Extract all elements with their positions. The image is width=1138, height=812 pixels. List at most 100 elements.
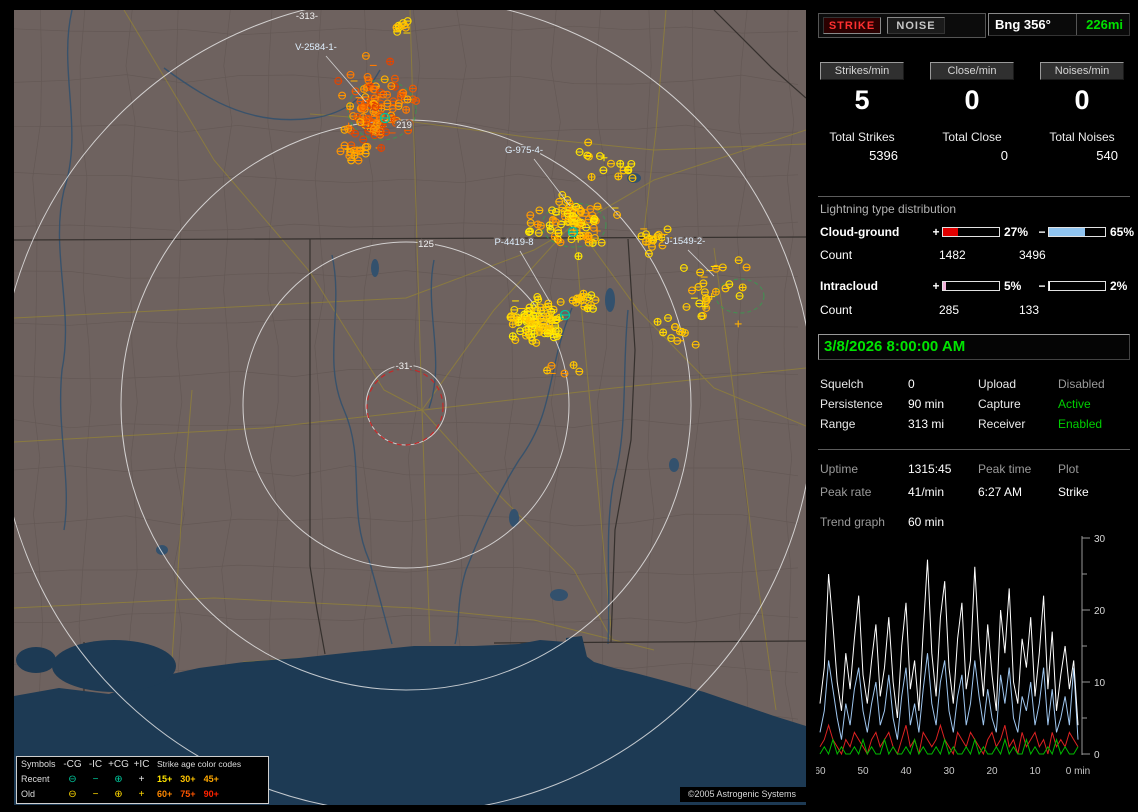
cloud-ground-count-row: Count 1482 3496 (812, 248, 1138, 263)
trend-graph-row: Trend graph 60 min (812, 512, 1138, 532)
legend-age-header: Strike age color codes (157, 757, 268, 772)
map-legend: Symbols -CG-IC+CG+IC Strike age color co… (16, 756, 269, 804)
noise-button[interactable]: NOISE (887, 17, 945, 34)
persistence-value: 90 min (908, 394, 978, 414)
ic-negative-count: 133 (1010, 303, 1138, 318)
bearing-distance: 226mi (1077, 17, 1129, 32)
total-strikes-value: 5396 (820, 148, 904, 163)
ic-positive-pct: 5% (1000, 279, 1036, 293)
minus-sign: − (1036, 279, 1048, 293)
noises-per-min-box[interactable]: Noises/min (1040, 62, 1124, 80)
plot-label: Plot (1058, 459, 1138, 479)
mode-button-group: STRIKE NOISE (818, 13, 986, 38)
squelch-value: 0 (908, 374, 978, 394)
svg-text:60: 60 (816, 766, 826, 777)
squelch-label: Squelch (820, 374, 908, 394)
count-label: Count (820, 303, 930, 318)
map-graphics: V-2584-1-G-975-4-P-4419-8J-1549-2--313-2… (14, 10, 806, 805)
legend-old-ages: 60+75+90+ (157, 787, 268, 802)
svg-text:20: 20 (986, 766, 998, 777)
svg-text:30: 30 (943, 766, 955, 777)
svg-text:-313-: -313- (296, 11, 318, 22)
upload-status: Disabled (1058, 374, 1138, 394)
strikes-per-min-box[interactable]: Strikes/min (820, 62, 904, 80)
range-value: 313 mi (908, 414, 978, 434)
total-noises-label: Total Noises (1040, 130, 1124, 144)
cg-negative-count: 3496 (1010, 248, 1138, 263)
intracloud-row: Intracloud + 5% − 2% (812, 278, 1138, 294)
legend-header-row: Symbols -CG-IC+CG+IC Strike age color co… (17, 757, 268, 772)
svg-text:G-975-4-: G-975-4- (505, 145, 543, 156)
close-per-min-value: 0 (930, 84, 1014, 116)
capture-status: Active (1058, 394, 1138, 414)
legend-recent-glyphs: ⊖−⊕+ (61, 772, 157, 787)
legend-recent-row: Recent ⊖−⊕+ 15+30+45+ (17, 772, 268, 787)
intracloud-count-row: Count 285 133 (812, 303, 1138, 318)
trend-graph-label: Trend graph (820, 512, 908, 532)
upload-label: Upload (978, 374, 1058, 394)
peak-time-label: Peak time (978, 459, 1058, 479)
close-per-min-box[interactable]: Close/min (930, 62, 1014, 80)
total-close-value: 0 (930, 148, 1014, 163)
total-close-label: Total Close (930, 130, 1014, 144)
plus-sign: + (930, 225, 942, 239)
cg-positive-count: 1482 (930, 248, 1010, 263)
trend-graph-value: 60 min (908, 512, 978, 532)
close-per-min-label: Close/min (948, 65, 997, 77)
svg-text:0: 0 (1094, 750, 1100, 761)
legend-recent-ages: 15+30+45+ (157, 772, 268, 787)
bearing-value: Bng 356° (989, 14, 1077, 35)
noises-per-min-value: 0 (1040, 84, 1124, 116)
divider (818, 449, 1130, 450)
svg-text:V-2584-1-: V-2584-1- (295, 42, 337, 53)
trend-chart: 01020306050403020100 min (816, 532, 1136, 796)
cg-negative-bar (1048, 227, 1106, 237)
svg-text:125: 125 (418, 239, 434, 250)
plus-sign: + (930, 279, 942, 293)
settings-row-range: Range 313 mi Receiver Enabled (812, 414, 1138, 434)
svg-text:-31-: -31- (396, 361, 413, 372)
svg-text:10: 10 (1094, 678, 1106, 689)
svg-text:10: 10 (1029, 766, 1041, 777)
noises-per-min-label: Noises/min (1055, 65, 1109, 77)
intracloud-label: Intracloud (820, 279, 930, 293)
legend-symbols-header: Symbols (17, 757, 61, 772)
strike-button[interactable]: STRIKE (823, 17, 881, 34)
svg-text:J-1549-2-: J-1549-2- (665, 236, 706, 247)
distribution-title: Lightning type distribution (820, 202, 956, 216)
peak-time-value: 6:27 AM (978, 482, 1058, 502)
ic-negative-bar (1048, 281, 1106, 291)
cg-negative-pct: 65% (1106, 225, 1138, 239)
stats-row-2: Peak rate 41/min 6:27 AM Strike (812, 482, 1138, 502)
plot-value: Strike (1058, 482, 1138, 502)
uptime-value: 1315:45 (908, 459, 978, 479)
receiver-status: Enabled (1058, 414, 1138, 434)
svg-text:40: 40 (900, 766, 912, 777)
ic-positive-count: 285 (930, 303, 1010, 318)
svg-text:30: 30 (1094, 534, 1106, 545)
legend-type-headers: -CG-IC+CG+IC (61, 757, 157, 772)
side-panel: STRIKE NOISE Bng 356° 226mi Strikes/min … (812, 0, 1138, 812)
settings-row-persistence: Persistence 90 min Capture Active (812, 394, 1138, 414)
capture-label: Capture (978, 394, 1058, 414)
lightning-map[interactable]: V-2584-1-G-975-4-P-4419-8J-1549-2--313-2… (14, 10, 806, 805)
legend-recent-label: Recent (17, 772, 61, 787)
receiver-label: Receiver (978, 414, 1058, 434)
persistence-label: Persistence (820, 394, 908, 414)
bearing-readout: Bng 356° 226mi (988, 13, 1130, 36)
stats-row-1: Uptime 1315:45 Peak time Plot (812, 459, 1138, 479)
datetime-display: 3/8/2026 8:00:00 AM (818, 334, 1130, 360)
ic-positive-bar (942, 281, 1000, 291)
divider (818, 196, 1130, 197)
range-label: Range (820, 414, 908, 434)
peak-rate-label: Peak rate (820, 482, 908, 502)
cloud-ground-label: Cloud-ground (820, 225, 930, 239)
svg-text:20: 20 (1094, 606, 1106, 617)
peak-rate-value: 41/min (908, 482, 978, 502)
total-strikes-label: Total Strikes (820, 130, 904, 144)
svg-text:0 min: 0 min (1066, 766, 1090, 777)
copyright-text: ©2005 Astrogenic Systems (680, 787, 806, 802)
minus-sign: − (1036, 225, 1048, 239)
legend-old-glyphs: ⊖−⊕+ (61, 787, 157, 802)
uptime-label: Uptime (820, 459, 908, 479)
